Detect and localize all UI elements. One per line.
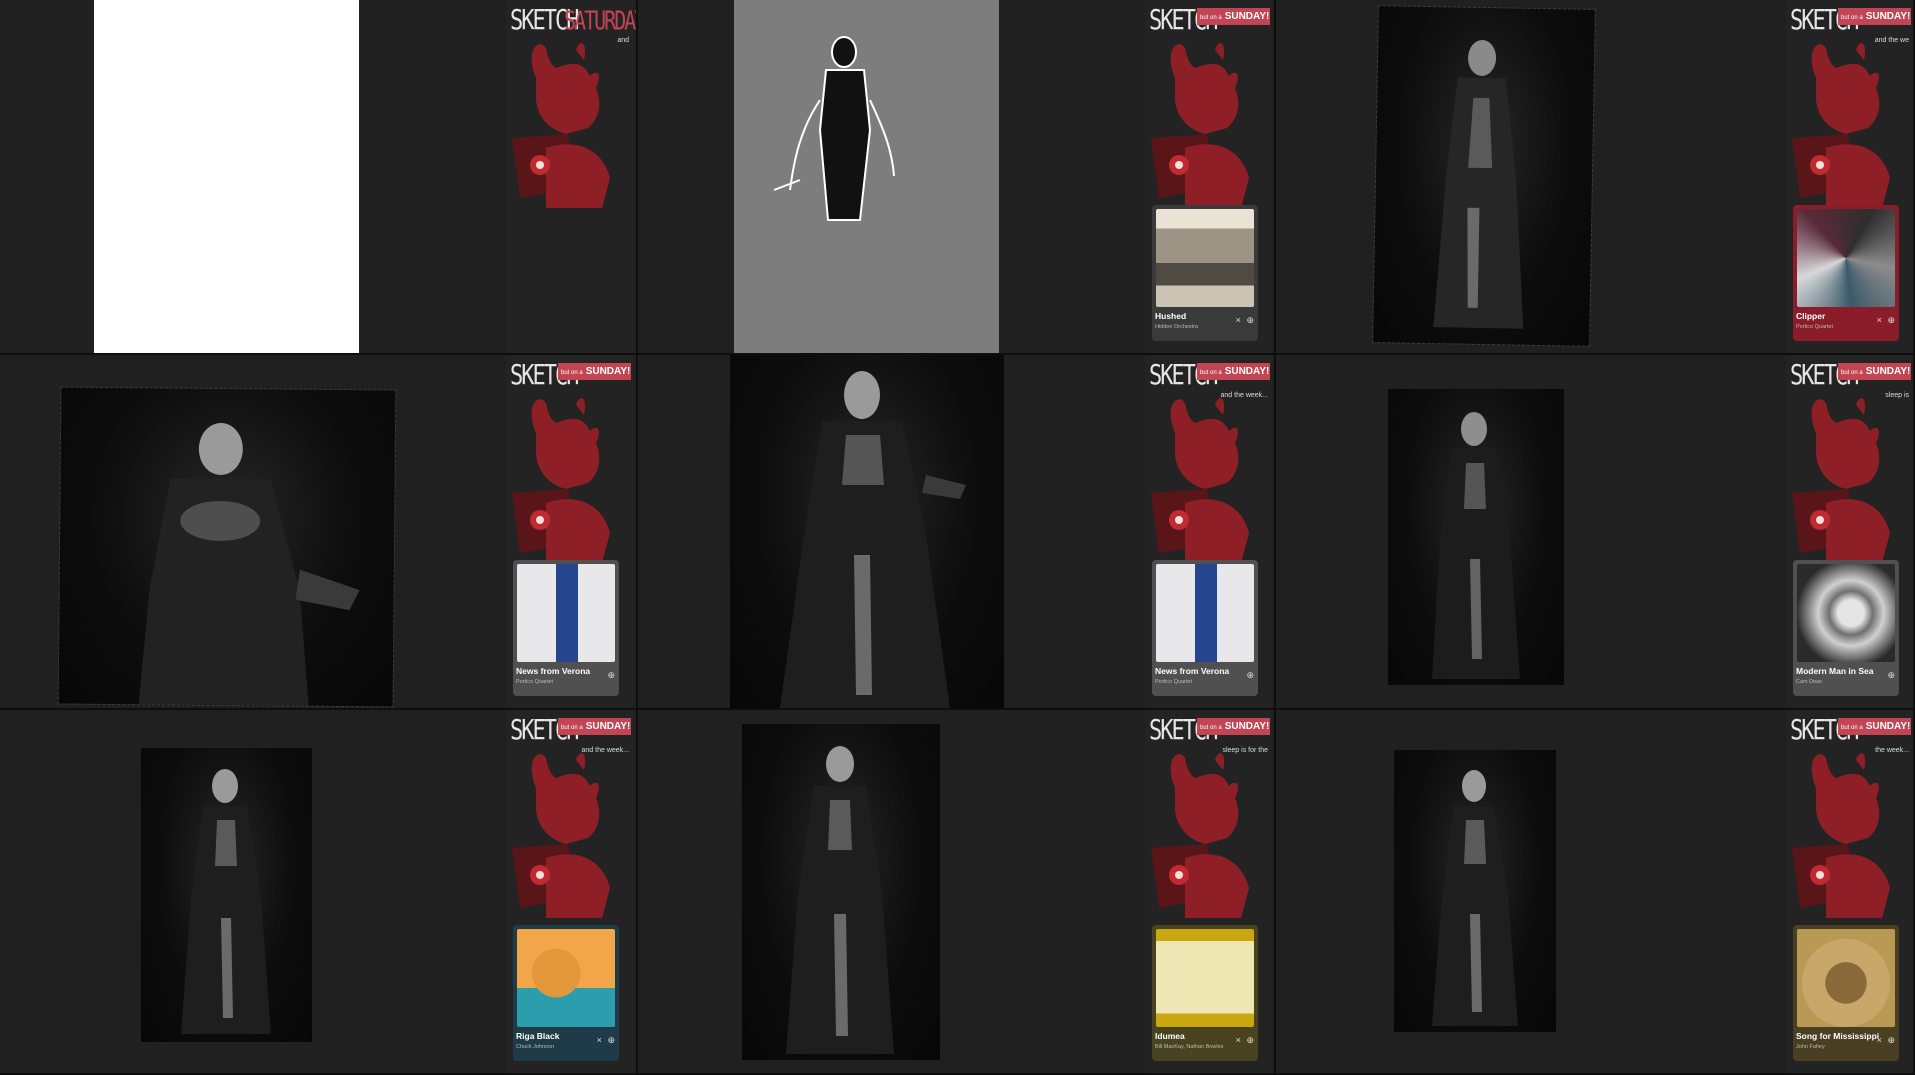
- timelapse-frame-2: SKETCH but on a SUNDAY! Hushed Hidden Orc…: [638, 0, 1276, 355]
- album-art: [1156, 929, 1254, 1027]
- figure-painting: [1432, 770, 1518, 1026]
- add-icon[interactable]: ⊕: [1887, 1035, 1895, 1045]
- painting-canvas: [1394, 750, 1556, 1032]
- track-artist: John Fahey: [1796, 1044, 1825, 1050]
- painting-canvas: [141, 748, 312, 1042]
- now-playing-card: Song for Mississippi John Fahey × ⊕: [1793, 925, 1899, 1061]
- timelapse-frame-7: SKETCH but on a SUNDAY! and the week... R…: [0, 710, 638, 1075]
- stream-overlay: SKETCH but on a SUNDAY! sleep is Modern M…: [1786, 355, 1913, 708]
- timelapse-frame-4: SKETCH but on a SUNDAY! News from Verona …: [0, 355, 638, 710]
- add-icon[interactable]: ⊕: [607, 670, 615, 680]
- add-icon[interactable]: ⊕: [1246, 670, 1254, 680]
- track-title: Clipper: [1796, 311, 1826, 321]
- track-title: News from Verona: [1155, 666, 1230, 676]
- sketch-canvas: [734, 0, 999, 353]
- stream-overlay: SKETCH but on a SUNDAY! the week... Song …: [1786, 710, 1913, 1073]
- figure-painting: [1433, 39, 1524, 329]
- sketch-saturday-logo: SKETCH SATURDAY: [510, 5, 638, 37]
- video-grid: SKETCH SATURDAY and SKETCH but on a SUND…: [0, 0, 1915, 1075]
- track-artist: Hidden Orchestra: [1155, 324, 1199, 330]
- stream-overlay: SKETCH but on a SUNDAY! and the we Clippe…: [1786, 0, 1913, 353]
- stream-overlay: SKETCH SATURDAY and: [506, 0, 638, 353]
- track-artist: Chuck Johnson: [516, 1044, 554, 1050]
- stream-overlay: SKETCH but on a SUNDAY! Hushed Hidden Orc…: [1145, 0, 1272, 353]
- painting-canvas: [1388, 389, 1564, 685]
- track-title: Modern Man in Sea: [1796, 666, 1874, 676]
- album-art: [1156, 209, 1254, 307]
- stream-overlay: SKETCH but on a SUNDAY! and the week... N…: [1145, 355, 1272, 708]
- track-artist: Bill MacKay, Nathan Bowles: [1155, 1044, 1224, 1050]
- devil-mascot-icon: [1151, 43, 1249, 208]
- devil-mascot-icon: [1151, 398, 1249, 563]
- devil-mascot-icon: [1151, 753, 1249, 918]
- timelapse-frame-3: SKETCH but on a SUNDAY! and the we Clippe…: [1276, 0, 1915, 355]
- timelapse-frame-8: SKETCH but on a SUNDAY! sleep is for the …: [638, 710, 1276, 1075]
- track-artist: Portico Quartet: [516, 679, 553, 685]
- track-title: Riga Black: [516, 1031, 560, 1041]
- add-icon[interactable]: ⊕: [1246, 315, 1254, 325]
- painting-canvas: [1372, 5, 1596, 347]
- sketch-sunday-logo: SKETCH but on a SUNDAY!: [1149, 715, 1270, 747]
- now-playing-card: News from Verona Portico Quartet ⊕: [1152, 560, 1258, 696]
- close-icon[interactable]: ×: [1877, 315, 1882, 325]
- add-icon[interactable]: ⊕: [1887, 670, 1895, 680]
- figure-painting: [181, 769, 271, 1034]
- devil-mascot-icon: [1792, 753, 1890, 918]
- album-art: [1797, 929, 1895, 1027]
- stream-overlay: SKETCH but on a SUNDAY! sleep is for the …: [1145, 710, 1272, 1073]
- add-icon[interactable]: ⊕: [607, 1035, 615, 1045]
- painting-canvas: [730, 355, 1004, 708]
- close-icon[interactable]: ×: [1236, 1035, 1241, 1045]
- add-icon[interactable]: ⊕: [1246, 1035, 1254, 1045]
- track-artist: Portico Quartet: [1155, 679, 1192, 685]
- now-playing-card: Idumea Bill MacKay, Nathan Bowles × ⊕: [1152, 925, 1258, 1061]
- devil-mascot-icon: [1792, 43, 1890, 208]
- now-playing-card: Riga Black Chuck Johnson × ⊕: [513, 925, 619, 1061]
- devil-mascot-icon: [1792, 398, 1890, 563]
- painting-canvas: [742, 724, 940, 1060]
- track-title: Song for Mississippi: [1796, 1031, 1880, 1041]
- painting-canvas: [57, 386, 397, 708]
- figure-painting: [780, 371, 966, 708]
- album-art: [517, 564, 615, 662]
- timelapse-frame-5: SKETCH but on a SUNDAY! and the week... N…: [638, 355, 1276, 710]
- sketch-sunday-logo: SKETCH but on a SUNDAY!: [1790, 5, 1911, 37]
- stream-overlay: SKETCH but on a SUNDAY! and the week... R…: [506, 710, 633, 1073]
- album-art: [1797, 564, 1895, 662]
- track-artist: Portico Quartet: [1796, 324, 1833, 330]
- album-art: [1797, 209, 1895, 307]
- now-playing-card: News from Verona Portico Quartet ⊕: [513, 560, 619, 696]
- figure-painting: [786, 746, 894, 1054]
- album-art: [1156, 564, 1254, 662]
- sketch-sunday-logo: SKETCH but on a SUNDAY!: [510, 360, 631, 392]
- sketch-sunday-logo: SKETCH but on a SUNDAY!: [1149, 5, 1270, 37]
- now-playing-card: Modern Man in Sea Cam Deas ⊕: [1793, 560, 1899, 696]
- now-playing-card: Hushed Hidden Orchestra × ⊕: [1152, 205, 1258, 341]
- now-playing-card: Clipper Portico Quartet × ⊕: [1793, 205, 1899, 341]
- figure-painting: [138, 422, 360, 706]
- track-artist: Cam Deas: [1796, 679, 1822, 685]
- timelapse-frame-9: SKETCH but on a SUNDAY! the week... Song …: [1276, 710, 1915, 1075]
- blank-canvas: [94, 0, 359, 353]
- close-icon[interactable]: ×: [597, 1035, 602, 1045]
- sketch-sunday-logo: SKETCH but on a SUNDAY!: [1790, 715, 1911, 747]
- devil-mascot-icon: [512, 398, 610, 563]
- figure-painting: [1432, 412, 1520, 679]
- track-title: Hushed: [1155, 311, 1187, 321]
- add-icon[interactable]: ⊕: [1887, 315, 1895, 325]
- album-art: [517, 929, 615, 1027]
- timelapse-frame-6: SKETCH but on a SUNDAY! sleep is Modern M…: [1276, 355, 1915, 710]
- track-title: Idumea: [1155, 1031, 1185, 1041]
- timelapse-frame-1: SKETCH SATURDAY and: [0, 0, 638, 355]
- close-icon[interactable]: ×: [1236, 315, 1241, 325]
- figure-sketch: [773, 36, 895, 221]
- stream-overlay: SKETCH but on a SUNDAY! News from Verona …: [506, 355, 633, 708]
- devil-mascot-icon: [512, 43, 610, 208]
- close-icon[interactable]: ×: [1877, 1035, 1882, 1045]
- sketch-sunday-logo: SKETCH but on a SUNDAY!: [1790, 360, 1911, 392]
- track-title: News from Verona: [516, 666, 591, 676]
- sketch-sunday-logo: SKETCH but on a SUNDAY!: [1149, 360, 1270, 392]
- devil-mascot-icon: [512, 753, 610, 918]
- sketch-sunday-logo: SKETCH but on a SUNDAY!: [510, 715, 631, 747]
